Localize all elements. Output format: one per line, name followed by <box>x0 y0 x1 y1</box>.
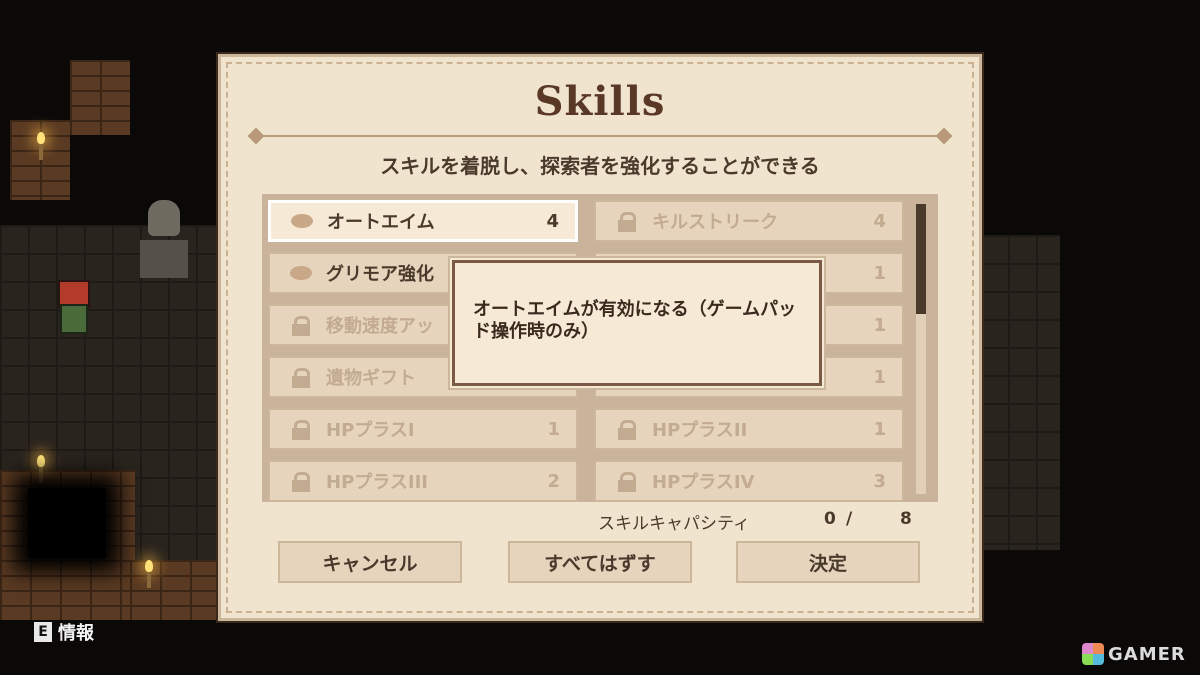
skill-name: キルストリーク <box>652 212 778 233</box>
gamer-logo-icon <box>1082 643 1104 665</box>
capacity-max: 8 <box>900 509 912 529</box>
cancel-button[interactable]: キャンセル <box>278 541 462 583</box>
skill-slot[interactable]: HPプラスI 1 <box>268 408 578 450</box>
dot-icon <box>290 266 312 280</box>
skill-slot[interactable]: キルストリーク 4 <box>594 200 904 242</box>
skill-slot[interactable]: HPプラスIV 3 <box>594 460 904 502</box>
skill-tooltip: オートエイムが有効になる（ゲームパッド操作時のみ） <box>452 260 822 386</box>
skill-slot[interactable]: HPプラスII 1 <box>594 408 904 450</box>
floor-tiles-right <box>980 235 1060 550</box>
skill-name: HPプラスIII <box>326 472 428 493</box>
dialog-title: Skills <box>534 78 666 125</box>
info-label: 情報 <box>58 623 94 644</box>
skill-cost: 3 <box>873 470 886 492</box>
lock-icon <box>290 420 312 440</box>
skill-cost: 1 <box>873 262 886 284</box>
capacity-used: 0 <box>824 509 836 529</box>
lock-icon <box>290 472 312 492</box>
skill-slot[interactable]: オートエイム 4 <box>268 200 578 242</box>
skill-cost: 2 <box>547 470 560 492</box>
ornamental-divider <box>247 127 953 145</box>
unequip-all-button[interactable]: すべてはずす <box>508 541 692 583</box>
skill-capacity: スキルキャパシティ 0 / 8 <box>598 509 918 534</box>
player-character <box>52 280 92 334</box>
scrollbar-thumb[interactable] <box>916 204 926 314</box>
skill-list-scrollbar[interactable] <box>916 204 926 494</box>
skill-name: オートエイム <box>327 212 435 233</box>
confirm-button[interactable]: 決定 <box>736 541 920 583</box>
info-hint[interactable]: E 情報 <box>34 620 94 644</box>
skill-cost: 4 <box>546 210 559 232</box>
lock-icon <box>290 368 312 388</box>
torch-icon <box>34 132 48 162</box>
skill-slot[interactable]: HPプラスIII 2 <box>268 460 578 502</box>
capacity-label: スキルキャパシティ <box>598 514 750 534</box>
dark-pit <box>28 488 106 558</box>
skill-name: HPプラスII <box>652 420 748 441</box>
skill-name: HPプラスIV <box>652 472 755 493</box>
capacity-separator: / <box>846 509 853 529</box>
lock-icon <box>616 420 638 440</box>
watermark-logo: GAMER <box>1082 642 1186 666</box>
skill-cost: 1 <box>873 366 886 388</box>
lock-icon <box>290 316 312 336</box>
skill-name: HPプラスI <box>326 420 415 441</box>
skill-cost: 1 <box>873 314 886 336</box>
skill-cost: 1 <box>547 418 560 440</box>
lock-icon <box>616 212 638 232</box>
skill-cost: 4 <box>873 210 886 232</box>
skills-dialog: Skills スキルを着脱し、探索者を強化することができる オートエイム 4 キルス… <box>218 54 982 621</box>
torch-icon <box>34 455 48 485</box>
lock-icon <box>616 472 638 492</box>
dot-icon <box>291 214 313 228</box>
brick-wall <box>70 60 130 135</box>
watermark-text: GAMER <box>1108 643 1186 665</box>
skill-cost: 1 <box>873 418 886 440</box>
torch-icon <box>142 560 156 590</box>
statue-sprite <box>140 200 188 278</box>
e-key-icon: E <box>34 622 52 642</box>
dialog-subtitle: スキルを着脱し、探索者を強化することができる <box>380 154 820 178</box>
